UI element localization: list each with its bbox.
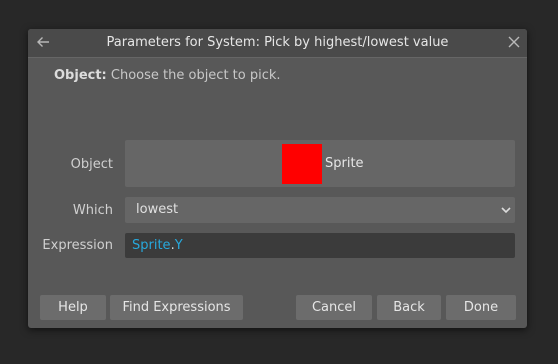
expression-value: Sprite.Y bbox=[132, 233, 183, 258]
parameter-description: Object: Choose the object to pick. bbox=[54, 68, 281, 83]
expression-member-token: Y bbox=[174, 238, 183, 253]
dialog-titlebar: Parameters for System: Pick by highest/l… bbox=[28, 29, 527, 58]
expression-input[interactable]: Sprite.Y bbox=[125, 233, 515, 258]
sprite-thumbnail-icon bbox=[282, 144, 322, 184]
object-picker[interactable]: Sprite bbox=[125, 140, 515, 187]
object-label: Object bbox=[70, 157, 113, 172]
done-button[interactable]: Done bbox=[446, 295, 516, 320]
dialog-title: Parameters for System: Pick by highest/l… bbox=[106, 35, 449, 50]
which-select-value: lowest bbox=[136, 202, 179, 217]
object-name: Sprite bbox=[325, 156, 364, 171]
expression-label: Expression bbox=[42, 238, 113, 253]
description-text: Choose the object to pick. bbox=[110, 68, 281, 83]
which-select[interactable]: lowest bbox=[125, 197, 515, 223]
help-button[interactable]: Help bbox=[40, 295, 106, 320]
cancel-button[interactable]: Cancel bbox=[296, 295, 372, 320]
close-icon[interactable] bbox=[506, 34, 522, 50]
back-button[interactable]: Back bbox=[377, 295, 441, 320]
description-param-name: Object: bbox=[54, 68, 107, 83]
find-expressions-button[interactable]: Find Expressions bbox=[110, 295, 243, 320]
chevron-down-icon bbox=[500, 204, 512, 216]
expression-object-token: Sprite bbox=[132, 238, 171, 253]
back-arrow-icon[interactable] bbox=[34, 33, 52, 51]
which-label: Which bbox=[72, 203, 113, 218]
parameters-dialog: Parameters for System: Pick by highest/l… bbox=[28, 29, 527, 328]
